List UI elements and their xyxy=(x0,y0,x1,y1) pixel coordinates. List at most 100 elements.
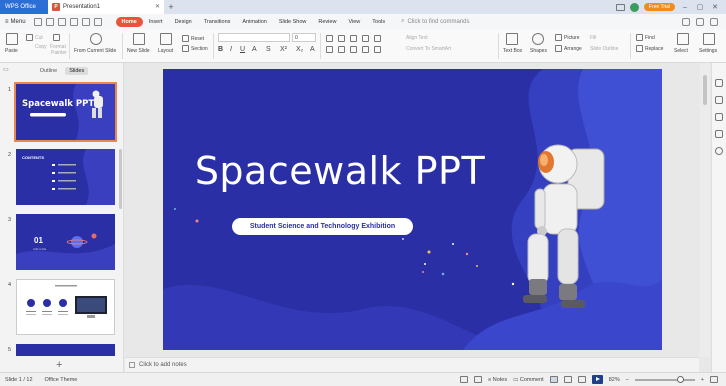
section-icon[interactable] xyxy=(182,45,189,52)
zoom-out-icon[interactable]: – xyxy=(626,377,629,383)
distribute-icon[interactable] xyxy=(374,46,381,53)
convert-smartart-button[interactable]: Convert To SmartArt xyxy=(406,46,451,52)
italic-button[interactable]: I xyxy=(230,46,232,53)
line-spacing-icon[interactable] xyxy=(374,35,381,42)
tab-presentation[interactable]: P Presentation1 ✕ xyxy=(48,0,164,14)
slide-thumbnail-2[interactable]: CONTENTS xyxy=(16,149,115,205)
slide-indicator-icon[interactable] xyxy=(474,376,482,383)
tab-home[interactable]: Home xyxy=(115,16,143,27)
format-painter-icon[interactable] xyxy=(53,34,60,41)
cut-icon[interactable] xyxy=(26,34,33,41)
notes-pane[interactable]: Click to add notes xyxy=(125,357,699,372)
arrange-label[interactable]: Arrange xyxy=(564,46,582,52)
theme-name[interactable]: Office Theme xyxy=(45,377,78,383)
replace-label[interactable]: Replace xyxy=(645,46,663,52)
numbering-icon[interactable] xyxy=(338,35,345,42)
free-trial-button[interactable]: Free Trial xyxy=(643,3,675,11)
comment-toggle[interactable]: ▭ Comment xyxy=(513,377,544,383)
decrease-indent-icon[interactable] xyxy=(350,35,357,42)
layout-label[interactable]: Layout xyxy=(158,48,173,54)
redo-icon[interactable] xyxy=(93,17,102,26)
arrange-icon[interactable] xyxy=(555,45,562,52)
align-text-button[interactable]: Align Text xyxy=(406,35,428,41)
superscript-button[interactable]: X² xyxy=(280,46,287,53)
new-tab-button[interactable]: + xyxy=(164,0,178,14)
close-window-icon[interactable]: ✕ xyxy=(710,3,720,11)
shapes-icon[interactable] xyxy=(532,33,544,45)
zoom-slider-knob[interactable] xyxy=(676,375,684,383)
minimize-icon[interactable]: – xyxy=(680,4,690,11)
help-icon[interactable] xyxy=(715,147,723,155)
new-slide-icon[interactable] xyxy=(133,33,145,45)
more-icon[interactable] xyxy=(710,17,718,26)
copy-label[interactable]: Copy xyxy=(35,44,47,50)
tab-transitions[interactable]: Transitions xyxy=(198,17,237,27)
section-label[interactable]: Section xyxy=(191,46,208,52)
cut-label[interactable]: Cut xyxy=(35,35,43,41)
share-icon[interactable] xyxy=(696,17,704,26)
reset-label[interactable]: Reset xyxy=(191,36,204,42)
font-name-field[interactable] xyxy=(218,33,290,42)
open-file-icon[interactable] xyxy=(33,17,42,26)
slide-thumbnail-1[interactable]: Spacewalk PPT xyxy=(14,82,117,142)
reset-icon[interactable] xyxy=(182,35,189,42)
slide-thumbnail-4[interactable] xyxy=(16,279,115,335)
slide-outline-button[interactable]: Slide Outline xyxy=(590,46,618,52)
new-slide-label[interactable]: New Slide xyxy=(127,48,150,54)
tab-wps-office[interactable]: WPS Office xyxy=(0,0,48,14)
slide-thumbnail-5[interactable] xyxy=(16,344,115,356)
window-layout-icon[interactable] xyxy=(615,3,625,11)
shapes-label[interactable]: Shapes xyxy=(530,48,547,54)
replace-icon[interactable] xyxy=(636,45,643,52)
zoom-in-icon[interactable]: + xyxy=(701,377,704,383)
font-color-button[interactable]: A xyxy=(252,46,257,53)
from-current-slide-label[interactable]: From Current Slide xyxy=(74,48,116,54)
bullets-icon[interactable] xyxy=(326,35,333,42)
save-icon[interactable] xyxy=(45,17,54,26)
normal-view-icon[interactable] xyxy=(549,376,558,383)
undo-icon[interactable] xyxy=(81,17,90,26)
canvas-scroll-thumb[interactable] xyxy=(703,75,707,105)
canvas-scrollbar[interactable] xyxy=(700,63,710,357)
paste-icon[interactable] xyxy=(6,33,18,45)
align-right-icon[interactable] xyxy=(350,46,357,53)
add-slide-button[interactable]: + xyxy=(56,359,62,371)
panel-scrollbar[interactable] xyxy=(119,149,122,209)
tab-design[interactable]: Design xyxy=(169,17,198,27)
properties-icon[interactable] xyxy=(715,113,723,121)
layout-icon[interactable] xyxy=(160,33,172,45)
spellcheck-icon[interactable] xyxy=(460,376,468,383)
play-slideshow-icon[interactable] xyxy=(591,375,603,384)
find-command-box[interactable]: ⌕ Click to find commands xyxy=(401,18,469,25)
underline-button[interactable]: U xyxy=(240,46,245,53)
cloud-icon[interactable] xyxy=(682,17,690,26)
current-slide[interactable]: Spacewalk PPT Student Science and Techno… xyxy=(163,69,662,350)
tab-insert[interactable]: Insert xyxy=(143,17,169,27)
bold-button[interactable]: B xyxy=(218,46,223,53)
slide-thumbnail-3[interactable]: 01 Add a title xyxy=(16,214,115,270)
tab-animation[interactable]: Animation xyxy=(236,17,272,27)
maximize-icon[interactable]: ▢ xyxy=(695,3,705,11)
increase-indent-icon[interactable] xyxy=(362,35,369,42)
text-highlight-button[interactable]: A xyxy=(310,46,315,53)
justify-icon[interactable] xyxy=(362,46,369,53)
text-box-label[interactable]: Text Box xyxy=(503,48,522,54)
tab-tools[interactable]: Tools xyxy=(366,17,391,27)
text-box-icon[interactable] xyxy=(506,33,518,45)
subscript-button[interactable]: X₂ xyxy=(296,46,303,53)
slide-title[interactable]: Spacewalk PPT xyxy=(190,149,490,193)
avatar[interactable] xyxy=(629,2,639,12)
strikethrough-button[interactable]: S xyxy=(266,46,271,53)
reading-view-icon[interactable] xyxy=(577,376,586,383)
picture-label[interactable]: Picture xyxy=(564,35,580,41)
settings-icon[interactable] xyxy=(703,33,715,45)
tab-view[interactable]: View xyxy=(342,17,366,27)
fill-button[interactable]: Fill xyxy=(590,35,596,41)
picture-icon[interactable] xyxy=(555,34,562,41)
select-icon[interactable] xyxy=(677,33,689,45)
paste-label[interactable]: Paste xyxy=(5,48,18,54)
notes-toggle[interactable]: ≡ Notes xyxy=(488,377,507,383)
design-icon[interactable] xyxy=(715,79,723,87)
close-tab-icon[interactable]: ✕ xyxy=(155,3,160,10)
play-from-current-icon[interactable] xyxy=(90,33,102,45)
